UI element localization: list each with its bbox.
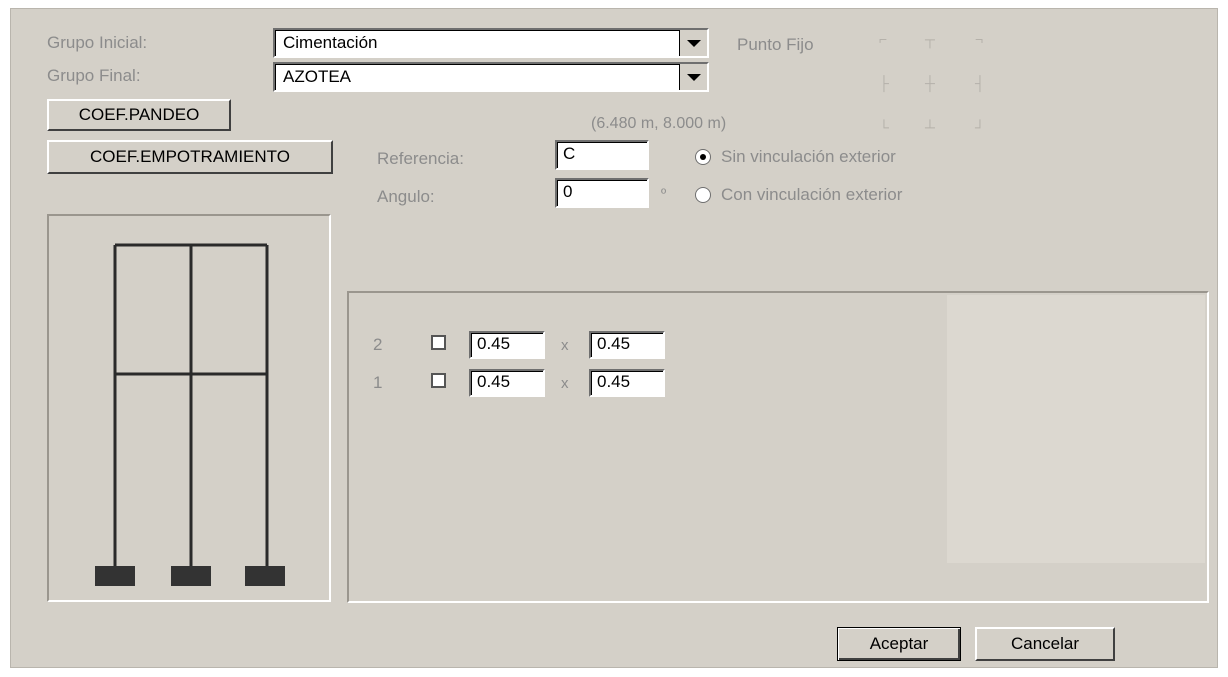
chevron-down-icon[interactable] [679, 64, 707, 90]
angulo-input[interactable]: 0 [555, 178, 649, 208]
times-symbol: x [561, 337, 569, 354]
dialog-window: Grupo Inicial: Cimentación Grupo Final: … [10, 8, 1218, 668]
referencia-label: Referencia: [377, 149, 464, 168]
frame-preview-panel [47, 214, 331, 602]
anchor-top-center-icon[interactable]: ┬ [925, 31, 935, 47]
section-height-input[interactable]: 0.45 [589, 331, 665, 359]
anchor-top-right-icon[interactable]: ¬ [975, 31, 983, 47]
row-checkbox[interactable] [431, 335, 446, 350]
grupo-final-select[interactable]: AZOTEA [273, 62, 709, 92]
grupo-inicial-label: Grupo Inicial: [47, 33, 148, 52]
times-symbol: x [561, 375, 569, 392]
grupo-final-label: Grupo Final: [47, 66, 141, 85]
anchor-bottom-center-icon[interactable]: ┴ [925, 119, 935, 135]
anchor-center-icon[interactable]: ┼ [925, 75, 935, 91]
grupo-inicial-select[interactable]: Cimentación [273, 28, 709, 58]
grupo-inicial-value: Cimentación [283, 33, 378, 52]
chevron-down-icon[interactable] [679, 30, 707, 56]
radio-sin-label[interactable]: Sin vinculación exterior [721, 147, 896, 167]
anchor-top-left-icon[interactable]: ⌐ [879, 31, 887, 47]
anchor-bottom-right-icon[interactable]: ┘ [975, 119, 985, 135]
footing-center [171, 566, 211, 586]
punto-fijo-label: Punto Fijo [737, 35, 814, 54]
anchor-middle-right-icon[interactable]: ┤ [975, 75, 985, 91]
radio-sin-vinculacion[interactable] [695, 149, 711, 165]
row-checkbox[interactable] [431, 373, 446, 388]
anchor-bottom-left-icon[interactable]: └ [879, 119, 889, 135]
section-width-input[interactable]: 0.45 [469, 331, 545, 359]
radio-selected-dot [700, 154, 706, 160]
level-number: 2 [373, 335, 383, 354]
grupo-final-value: AZOTEA [283, 67, 352, 86]
radio-con-label[interactable]: Con vinculación exterior [721, 185, 902, 205]
section-width-input[interactable]: 0.45 [469, 369, 545, 397]
accept-button[interactable]: Aceptar [837, 627, 961, 661]
footing-right [245, 566, 285, 586]
coordinates-text: (6.480 m, 8.000 m) [591, 115, 727, 132]
sections-panel: 2 0.45 x 0.45 1 0.45 x 0.45 [347, 291, 1209, 603]
referencia-input[interactable]: C [555, 140, 649, 170]
coef-pandeo-button[interactable]: COEF.PANDEO [47, 99, 231, 131]
sections-preview-area [947, 295, 1205, 563]
frame-diagram [95, 243, 285, 586]
footing-left [95, 566, 135, 586]
radio-con-vinculacion[interactable] [695, 187, 711, 203]
coef-empotramiento-button[interactable]: COEF.EMPOTRAMIENTO [47, 140, 333, 174]
angulo-label: Angulo: [377, 187, 435, 206]
punto-fijo-anchor-grid[interactable]: ⌐ ┬ ¬ ├ ┼ ┤ └ ┴ ┘ [879, 31, 989, 135]
cancel-button[interactable]: Cancelar [975, 627, 1115, 661]
degree-symbol: º [661, 185, 667, 201]
section-height-input[interactable]: 0.45 [589, 369, 665, 397]
anchor-middle-left-icon[interactable]: ├ [879, 75, 889, 91]
level-number: 1 [373, 373, 383, 392]
